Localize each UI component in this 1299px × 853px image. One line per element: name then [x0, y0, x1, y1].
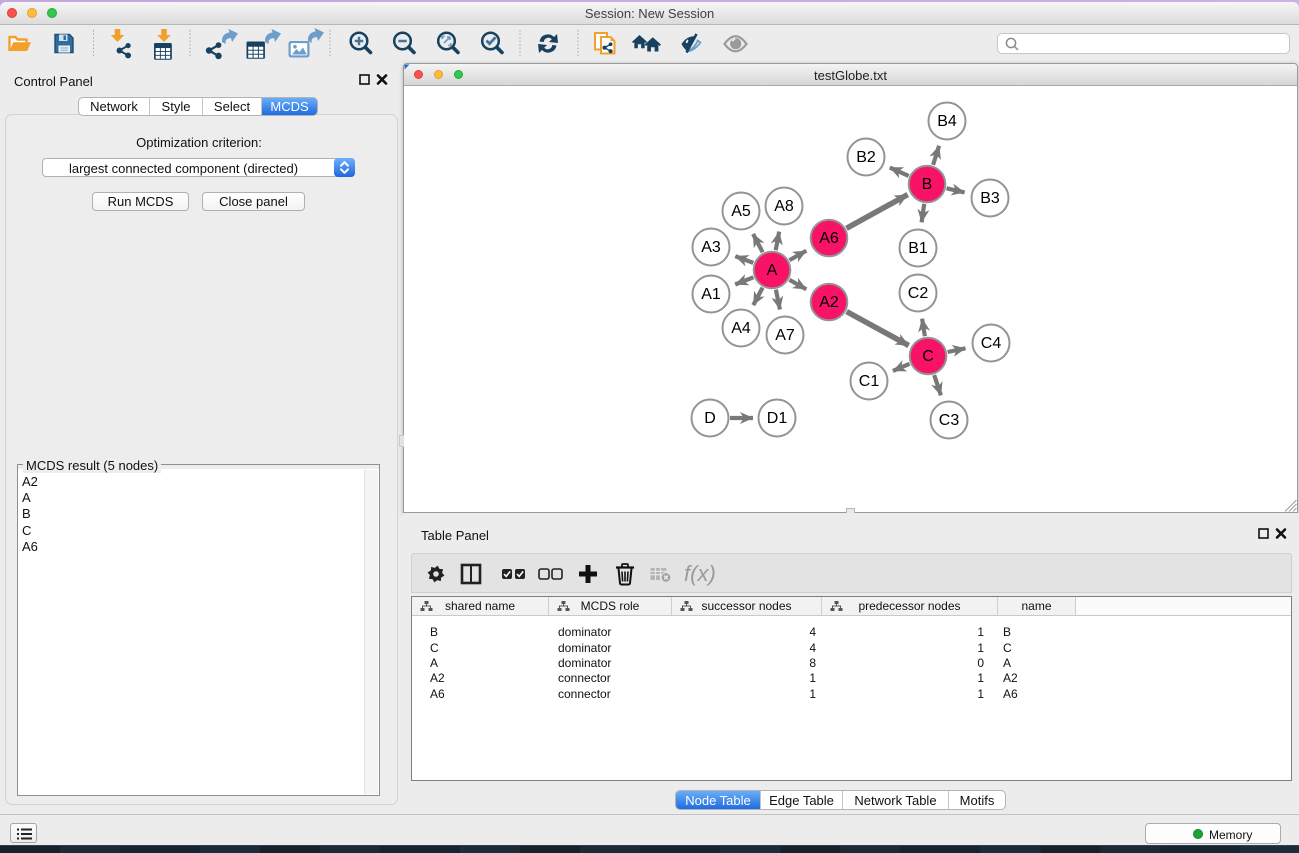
- svg-text:A7: A7: [775, 327, 795, 344]
- svg-text:C3: C3: [939, 412, 960, 429]
- svg-text:B1: B1: [908, 240, 928, 257]
- svg-text:A1: A1: [701, 286, 721, 303]
- svg-text:A3: A3: [701, 239, 721, 256]
- svg-text:B: B: [922, 176, 933, 193]
- svg-text:C: C: [922, 348, 934, 365]
- svg-text:A6: A6: [819, 230, 839, 247]
- svg-text:B4: B4: [937, 113, 957, 130]
- svg-text:A5: A5: [731, 203, 751, 220]
- svg-text:B2: B2: [856, 149, 876, 166]
- svg-text:A8: A8: [774, 198, 794, 215]
- svg-text:f(x): f(x): [684, 561, 716, 586]
- svg-text:B3: B3: [980, 190, 1000, 207]
- svg-text:C4: C4: [981, 335, 1002, 352]
- svg-text:A: A: [767, 262, 778, 279]
- svg-text:D1: D1: [767, 410, 788, 427]
- svg-text:A4: A4: [731, 320, 751, 337]
- svg-text:C1: C1: [859, 373, 880, 390]
- svg-text:D: D: [704, 410, 716, 427]
- svg-text:C2: C2: [908, 285, 929, 302]
- svg-text:A2: A2: [819, 294, 839, 311]
